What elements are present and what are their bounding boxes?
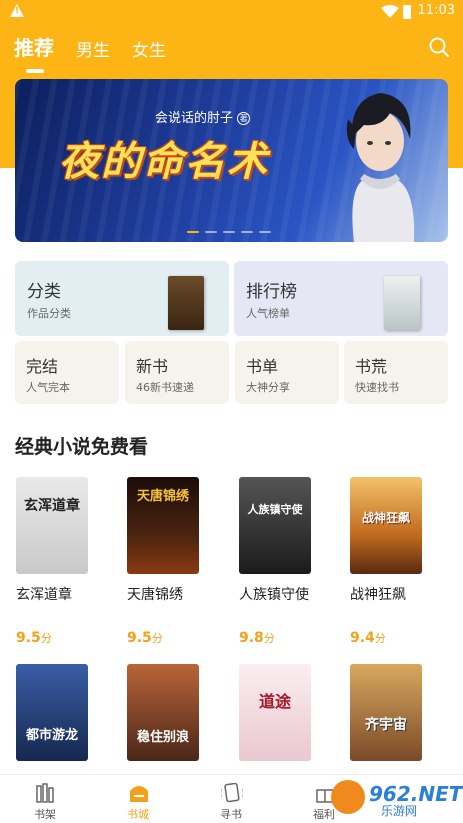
banner-dot[interactable]: [187, 231, 199, 233]
banner-character-illustration: [346, 93, 415, 242]
nav-label: 书架: [34, 808, 56, 821]
score-value: 9.5: [127, 630, 152, 646]
nav-bookshelf[interactable]: 书架: [15, 775, 75, 823]
nav-label: 寻书: [220, 808, 242, 821]
wifi-icon: [381, 5, 399, 18]
cover-title: 稳住别浪: [136, 730, 189, 745]
category-new-books[interactable]: 新书 46新书速递: [125, 341, 229, 404]
watermark-subtext: 乐游网: [381, 804, 418, 818]
cover-title: 天唐锦绣: [136, 489, 189, 504]
category-subtitle: 人气榜单: [246, 307, 290, 320]
book-title: 天唐锦绣: [127, 587, 183, 603]
book-cover: 稳住别浪: [127, 664, 199, 761]
category-classify[interactable]: 分类 作品分类: [15, 261, 229, 336]
score-unit: 分: [151, 632, 163, 645]
find-book-icon: [221, 783, 243, 803]
banner-title: 夜的命名术: [59, 139, 269, 185]
cover-title: 都市游龙: [25, 728, 78, 743]
category-book-cover: [384, 276, 420, 330]
top-tabs: 推荐 男生 女生: [14, 32, 188, 73]
book-card[interactable]: 齐宇宙: [350, 664, 426, 761]
nav-label: 书城: [127, 808, 149, 821]
book-card[interactable]: 都市游龙: [16, 664, 92, 761]
category-book-shortage[interactable]: 书荒 快速找书: [344, 341, 448, 404]
book-cover: 玄浑道章: [16, 477, 88, 574]
book-score: 9.4分: [350, 627, 386, 646]
book-cover: 齐宇宙: [350, 664, 422, 761]
watermark-logo-icon: [331, 780, 365, 814]
category-subtitle: 人气完本: [26, 381, 70, 394]
search-icon[interactable]: [429, 37, 449, 57]
book-cover: 都市游龙: [16, 664, 88, 761]
book-score: 9.5分: [127, 627, 163, 646]
banner-author: 会说话的肘子 著: [155, 107, 251, 126]
book-cover: 道途: [239, 664, 311, 761]
score-unit: 分: [40, 632, 52, 645]
cover-title: 齐宇宙: [365, 717, 407, 733]
cover-title: 道途: [258, 692, 291, 711]
book-card[interactable]: 人族镇守使 人族镇守使 9.8分: [239, 477, 315, 646]
book-title: 玄浑道章: [16, 587, 72, 603]
book-title: 人族镇守使: [239, 587, 309, 603]
cover-title: 玄浑道章: [24, 498, 80, 514]
book-cover: 天唐锦绣: [127, 477, 199, 574]
category-completed[interactable]: 完结 人气完本: [15, 341, 119, 404]
book-title: 战神狂飙: [350, 587, 406, 603]
nav-bookstore[interactable]: 书城: [108, 775, 168, 823]
book-card[interactable]: 天唐锦绣 天唐锦绣 9.5分: [127, 477, 203, 646]
book-cover: 人族镇守使: [239, 477, 311, 574]
category-title: 新书: [136, 357, 169, 376]
banner-pagination: [187, 231, 271, 233]
book-cover: 战神狂飙: [350, 477, 422, 574]
score-unit: 分: [374, 632, 386, 645]
book-card[interactable]: 稳住别浪: [127, 664, 203, 761]
bookshelf-icon: [36, 783, 54, 803]
banner-dot[interactable]: [241, 231, 253, 233]
cover-title: 战神狂飙: [361, 511, 410, 525]
category-ranking[interactable]: 排行榜 人气榜单: [234, 261, 448, 336]
banner-author-badge: 著: [237, 112, 251, 125]
category-title: 分类: [27, 282, 61, 302]
battery-icon: [403, 5, 411, 19]
category-title: 书荒: [355, 357, 388, 376]
book-score: 9.5分: [16, 627, 52, 646]
category-title: 书单: [246, 357, 279, 376]
cover-title: 人族镇守使: [247, 503, 303, 516]
book-card[interactable]: 道途: [239, 664, 315, 761]
banner-author-name: 会说话的肘子: [155, 111, 234, 126]
warning-icon: [10, 4, 24, 17]
nav-find-book[interactable]: 寻书: [201, 775, 261, 823]
book-card[interactable]: 战神狂飙 战神狂飙 9.4分: [350, 477, 426, 646]
category-subtitle: 46新书速递: [136, 381, 194, 394]
category-title: 排行榜: [246, 282, 297, 302]
section-title: 经典小说免费看: [15, 436, 149, 458]
score-value: 9.8: [239, 630, 264, 646]
category-subtitle: 快速找书: [355, 381, 399, 394]
category-booklist[interactable]: 书单 大神分享: [235, 341, 339, 404]
status-time: 11:03: [417, 3, 455, 18]
score-value: 9.5: [16, 630, 41, 646]
category-subtitle: 作品分类: [27, 307, 71, 320]
tab-female[interactable]: 女生: [132, 36, 166, 73]
category-book-cover: [168, 276, 204, 330]
banner-dot[interactable]: [259, 231, 271, 233]
banner-dot[interactable]: [223, 231, 235, 233]
tab-recommend[interactable]: 推荐: [14, 32, 54, 73]
promo-banner[interactable]: 会说话的肘子 著 夜的命名术: [15, 79, 448, 242]
banner-dot[interactable]: [205, 231, 217, 233]
book-card[interactable]: 玄浑道章 玄浑道章 9.5分: [16, 477, 92, 646]
site-watermark: 962.NET 乐游网: [331, 780, 462, 818]
bookstore-icon: [130, 786, 148, 802]
category-subtitle: 大神分享: [246, 381, 290, 394]
score-value: 9.4: [350, 630, 375, 646]
status-bar: 11:03: [0, 0, 463, 24]
tab-male[interactable]: 男生: [76, 36, 110, 73]
score-unit: 分: [263, 632, 275, 645]
book-score: 9.8分: [239, 627, 275, 646]
category-title: 完结: [26, 357, 59, 376]
